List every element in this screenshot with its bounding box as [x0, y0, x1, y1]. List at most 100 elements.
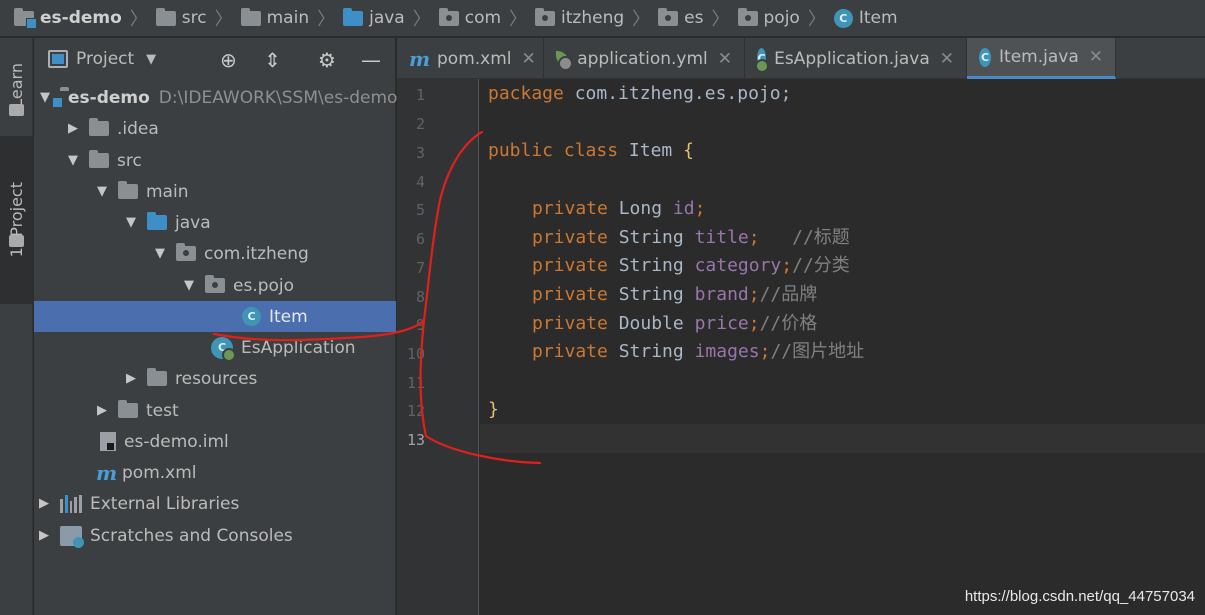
tool-window-strip: Learn 1: Project: [0, 38, 33, 615]
tree-item-es-demo[interactable]: ▼ es-demo D:\IDEAWORK\SSM\es-demo: [34, 82, 397, 113]
line-number-gutter: 1 2 3 4 5 6 7 8 9 10 11 12 13: [397, 79, 479, 615]
tree-item-idea[interactable]: ▶ .idea: [34, 113, 396, 144]
semicolon: ;: [748, 313, 760, 334]
tree-item-test[interactable]: ▶ test: [34, 395, 396, 426]
field-name: id: [672, 198, 695, 219]
tree-item-src[interactable]: ▼ src: [34, 145, 396, 176]
tree-item-label: java: [175, 212, 211, 233]
locate-target-icon[interactable]: ⊕: [220, 48, 237, 72]
line-number: 2: [415, 115, 425, 133]
breadcrumb-es-demo[interactable]: es-demo: [14, 7, 122, 29]
tab-esapplication-java[interactable]: C EsApplication.java ✕: [745, 38, 967, 79]
class-icon: C: [242, 307, 261, 326]
chevron-right-icon: 〉: [129, 9, 148, 30]
collapsed-arrow-icon[interactable]: ▶: [67, 121, 79, 136]
keyword: private: [532, 198, 619, 219]
breadcrumb-main[interactable]: main: [240, 7, 309, 28]
breadcrumb-java[interactable]: java: [343, 7, 405, 28]
dropdown-arrow-icon[interactable]: ▼: [146, 52, 156, 67]
project-tool-tab[interactable]: 1: Project: [0, 136, 33, 304]
package-icon: [737, 7, 758, 26]
collapsed-arrow-icon[interactable]: ▶: [96, 403, 108, 418]
type-name: Double: [618, 313, 695, 334]
tree-item-main[interactable]: ▼ main: [34, 176, 396, 207]
expanded-arrow-icon[interactable]: ▼: [67, 153, 79, 168]
tree-item-label: es-demo: [68, 87, 150, 108]
class-icon: C: [979, 47, 992, 67]
expanded-arrow-icon[interactable]: ▼: [183, 278, 195, 293]
breadcrumb-src[interactable]: src: [155, 7, 207, 28]
module-folder-icon: [14, 7, 37, 29]
tree-item-external-libraries[interactable]: ▶ External Libraries: [34, 488, 396, 519]
project-view-selector[interactable]: Project: [76, 49, 134, 69]
tab-label: application.yml: [577, 48, 708, 69]
tree-item-item[interactable]: C Item: [34, 301, 396, 332]
current-line-highlight: [480, 424, 1205, 453]
field-name: images: [694, 341, 760, 362]
editor-tabs: m pom.xml ✕ application.yml ✕ C EsApplic…: [397, 38, 1205, 79]
tree-item-scratches[interactable]: ▶ Scratches and Consoles: [34, 520, 396, 551]
tree-item-label: .idea: [117, 118, 159, 139]
gear-icon[interactable]: ⚙: [318, 48, 336, 72]
project-panel-header: Project ▼ ⊕ ⇕ ⚙ —: [34, 38, 395, 80]
tree-item-java[interactable]: ▼ java: [34, 207, 396, 238]
keyword: private: [532, 313, 619, 334]
breadcrumb-pojo[interactable]: pojo: [737, 7, 800, 28]
code-line: }: [488, 395, 499, 424]
code-line: private String brand;//品牌: [532, 280, 817, 309]
tab-label: EsApplication.java: [774, 48, 930, 69]
tree-item-esapplication[interactable]: C EsApplication: [34, 332, 396, 363]
breadcrumb-com[interactable]: com: [438, 7, 501, 28]
collapsed-arrow-icon[interactable]: ▶: [38, 496, 50, 511]
expanded-arrow-icon[interactable]: ▼: [96, 184, 108, 199]
minimize-icon[interactable]: —: [361, 48, 381, 72]
expanded-arrow-icon[interactable]: ▼: [40, 90, 50, 105]
close-icon[interactable]: ✕: [940, 49, 954, 69]
tree-item-label: test: [146, 400, 179, 421]
tree-item-es-demo-iml[interactable]: es-demo.iml: [34, 426, 396, 457]
breadcrumb-item[interactable]: C Item: [833, 8, 898, 28]
expanded-arrow-icon[interactable]: ▼: [125, 215, 137, 230]
tab-item-java[interactable]: C Item.java ✕: [967, 38, 1116, 79]
breadcrumb-es[interactable]: es: [658, 7, 704, 28]
code-line: private Long id;: [532, 194, 705, 223]
scratches-icon: [60, 525, 84, 548]
line-number: 12: [406, 402, 425, 420]
tab-application-yml[interactable]: application.yml ✕: [544, 38, 745, 79]
code-line: private Double price;//价格: [532, 309, 817, 338]
maven-icon: m: [96, 460, 118, 485]
tree-item-es-pojo[interactable]: ▼ es.pojo: [34, 270, 396, 301]
close-icon[interactable]: ✕: [522, 49, 536, 69]
collapsed-arrow-icon[interactable]: ▶: [38, 528, 50, 543]
tab-pom-xml[interactable]: m pom.xml ✕: [397, 38, 544, 79]
expanded-arrow-icon[interactable]: ▼: [154, 246, 166, 261]
collapsed-arrow-icon[interactable]: ▶: [125, 371, 137, 386]
type-name: String: [618, 284, 695, 305]
package-icon: [438, 7, 459, 26]
line-number: 11: [406, 374, 425, 392]
tree-item-com-itzheng[interactable]: ▼ com.itzheng: [34, 238, 396, 269]
brace: {: [683, 140, 694, 161]
collapse-all-icon[interactable]: ⇕: [264, 48, 281, 72]
close-icon[interactable]: ✕: [718, 49, 732, 69]
tree-item-label: com.itzheng: [204, 243, 309, 264]
tree-item-label: es-demo.iml: [124, 431, 229, 452]
tree-item-resources[interactable]: ▶ resources: [34, 363, 396, 394]
type-name: String: [618, 341, 695, 362]
package-icon: [205, 275, 225, 293]
keyword: private: [532, 284, 619, 305]
brace: }: [488, 399, 499, 420]
keyword: public class: [488, 140, 629, 161]
package-icon: [658, 7, 679, 26]
field-name: category: [694, 255, 782, 276]
folder-icon: [118, 181, 138, 199]
code-editor[interactable]: package com.itzheng.es.pojo; public clas…: [480, 79, 1205, 615]
field-name: price: [694, 313, 749, 334]
chevron-right-icon: 〉: [807, 9, 826, 30]
semicolon: ;: [748, 227, 793, 248]
breadcrumb-itzheng[interactable]: itzheng: [535, 7, 624, 28]
package-icon: [176, 243, 196, 261]
tree-item-pom-xml[interactable]: m pom.xml: [34, 457, 396, 488]
close-icon[interactable]: ✕: [1089, 47, 1103, 67]
breadcrumb-label: pojo: [763, 8, 800, 28]
